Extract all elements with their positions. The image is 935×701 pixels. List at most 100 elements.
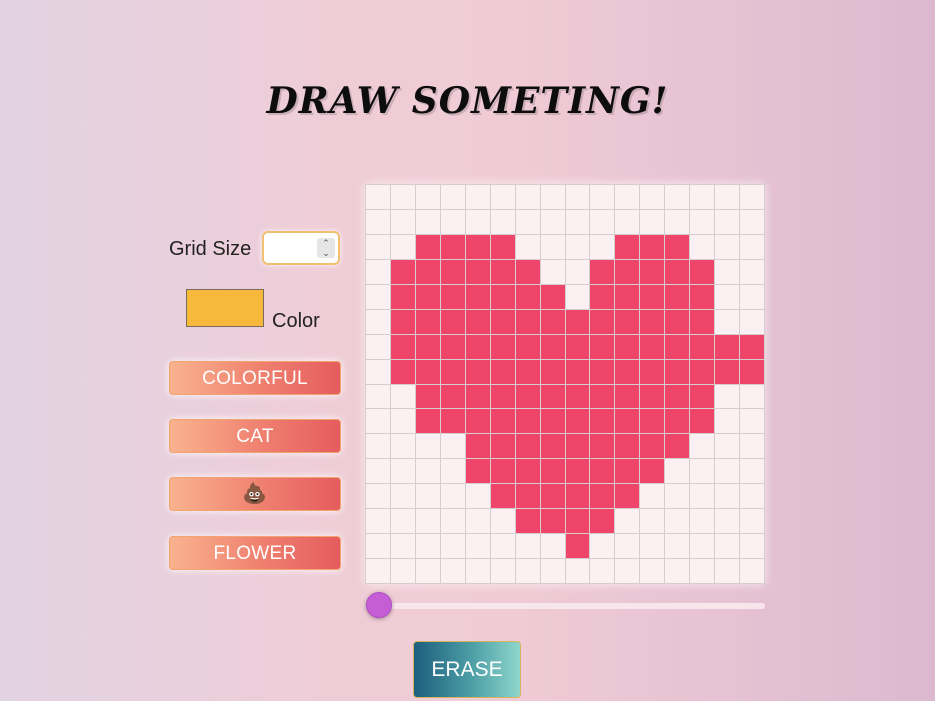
grid-cell[interactable] xyxy=(565,409,590,434)
grid-size-input[interactable]: ⌃ ⌄ xyxy=(262,231,340,265)
grid-cell[interactable] xyxy=(690,359,715,384)
grid-cell[interactable] xyxy=(540,185,565,209)
grid-cell[interactable] xyxy=(415,259,440,284)
grid-cell[interactable] xyxy=(715,209,740,234)
grid-cell[interactable] xyxy=(740,484,764,509)
grid-cell[interactable] xyxy=(715,259,740,284)
grid-cell[interactable] xyxy=(490,359,515,384)
grid-cell[interactable] xyxy=(366,359,390,384)
grid-cell[interactable] xyxy=(490,509,515,534)
grid-cell[interactable] xyxy=(415,334,440,359)
grid-cell[interactable] xyxy=(440,484,465,509)
grid-cell[interactable] xyxy=(540,334,565,359)
grid-cell[interactable] xyxy=(515,434,540,459)
colorful-button[interactable]: COLORFUL xyxy=(169,361,341,395)
grid-cell[interactable] xyxy=(590,185,615,209)
grid-cell[interactable] xyxy=(366,484,390,509)
grid-cell[interactable] xyxy=(465,284,490,309)
grid-cell[interactable] xyxy=(740,334,764,359)
grid-cell[interactable] xyxy=(715,509,740,534)
grid-cell[interactable] xyxy=(540,284,565,309)
grid-cell[interactable] xyxy=(640,384,665,409)
grid-cell[interactable] xyxy=(715,234,740,259)
grid-cell[interactable] xyxy=(615,309,640,334)
grid-cell[interactable] xyxy=(465,309,490,334)
grid-cell[interactable] xyxy=(366,259,390,284)
grid-cell[interactable] xyxy=(665,334,690,359)
grid-cell[interactable] xyxy=(540,384,565,409)
grid-cell[interactable] xyxy=(665,359,690,384)
grid-cell[interactable] xyxy=(565,259,590,284)
grid-cell[interactable] xyxy=(515,259,540,284)
grid-cell[interactable] xyxy=(366,284,390,309)
grid-cell[interactable] xyxy=(490,534,515,559)
grid-cell[interactable] xyxy=(640,359,665,384)
grid-cell[interactable] xyxy=(366,534,390,559)
grid-cell[interactable] xyxy=(366,334,390,359)
grid-cell[interactable] xyxy=(590,409,615,434)
cat-button[interactable]: CAT xyxy=(169,419,341,453)
grid-cell[interactable] xyxy=(490,259,515,284)
grid-cell[interactable] xyxy=(665,409,690,434)
grid-cell[interactable] xyxy=(590,534,615,559)
grid-cell[interactable] xyxy=(515,459,540,484)
grid-cell[interactable] xyxy=(715,185,740,209)
grid-cell[interactable] xyxy=(665,484,690,509)
grid-cell[interactable] xyxy=(715,459,740,484)
grid-cell[interactable] xyxy=(640,459,665,484)
grid-cell[interactable] xyxy=(715,559,740,583)
grid-cell[interactable] xyxy=(415,484,440,509)
grid-cell[interactable] xyxy=(665,534,690,559)
grid-cell[interactable] xyxy=(440,309,465,334)
grid-cell[interactable] xyxy=(465,384,490,409)
grid-cell[interactable] xyxy=(615,359,640,384)
grid-cell[interactable] xyxy=(390,185,415,209)
grid-cell[interactable] xyxy=(415,434,440,459)
grid-cell[interactable] xyxy=(715,484,740,509)
grid-cell[interactable] xyxy=(590,209,615,234)
grid-cell[interactable] xyxy=(565,359,590,384)
grid-cell[interactable] xyxy=(440,284,465,309)
grid-cell[interactable] xyxy=(440,384,465,409)
grid-cell[interactable] xyxy=(366,209,390,234)
grid-cell[interactable] xyxy=(440,534,465,559)
grid-cell[interactable] xyxy=(690,384,715,409)
grid-cell[interactable] xyxy=(540,209,565,234)
grid-cell[interactable] xyxy=(415,409,440,434)
grid-cell[interactable] xyxy=(740,434,764,459)
grid-cell[interactable] xyxy=(440,334,465,359)
grid-cell[interactable] xyxy=(490,409,515,434)
grid-cell[interactable] xyxy=(665,209,690,234)
grid-cell[interactable] xyxy=(640,409,665,434)
grid-cell[interactable] xyxy=(740,284,764,309)
grid-cell[interactable] xyxy=(490,309,515,334)
grid-cell[interactable] xyxy=(640,309,665,334)
grid-cell[interactable] xyxy=(715,284,740,309)
grid-cell[interactable] xyxy=(366,185,390,209)
grid-cell[interactable] xyxy=(440,434,465,459)
grid-cell[interactable] xyxy=(390,459,415,484)
grid-cell[interactable] xyxy=(565,434,590,459)
spinner-arrows-icon[interactable]: ⌃ ⌄ xyxy=(317,238,335,258)
grid-cell[interactable] xyxy=(415,509,440,534)
grid-cell[interactable] xyxy=(390,234,415,259)
grid-cell[interactable] xyxy=(640,434,665,459)
grid-cell[interactable] xyxy=(540,234,565,259)
grid-cell[interactable] xyxy=(615,459,640,484)
grid-cell[interactable] xyxy=(565,334,590,359)
grid-cell[interactable] xyxy=(740,534,764,559)
grid-cell[interactable] xyxy=(540,559,565,583)
grid-cell[interactable] xyxy=(665,185,690,209)
grid-cell[interactable] xyxy=(540,509,565,534)
grid-cell[interactable] xyxy=(565,459,590,484)
grid-cell[interactable] xyxy=(640,259,665,284)
grid-cell[interactable] xyxy=(366,309,390,334)
grid-cell[interactable] xyxy=(690,185,715,209)
grid-cell[interactable] xyxy=(366,434,390,459)
grid-cell[interactable] xyxy=(740,409,764,434)
grid-cell[interactable] xyxy=(465,359,490,384)
grid-cell[interactable] xyxy=(415,234,440,259)
grid-cell[interactable] xyxy=(415,359,440,384)
grid-cell[interactable] xyxy=(640,534,665,559)
grid-cell[interactable] xyxy=(715,359,740,384)
